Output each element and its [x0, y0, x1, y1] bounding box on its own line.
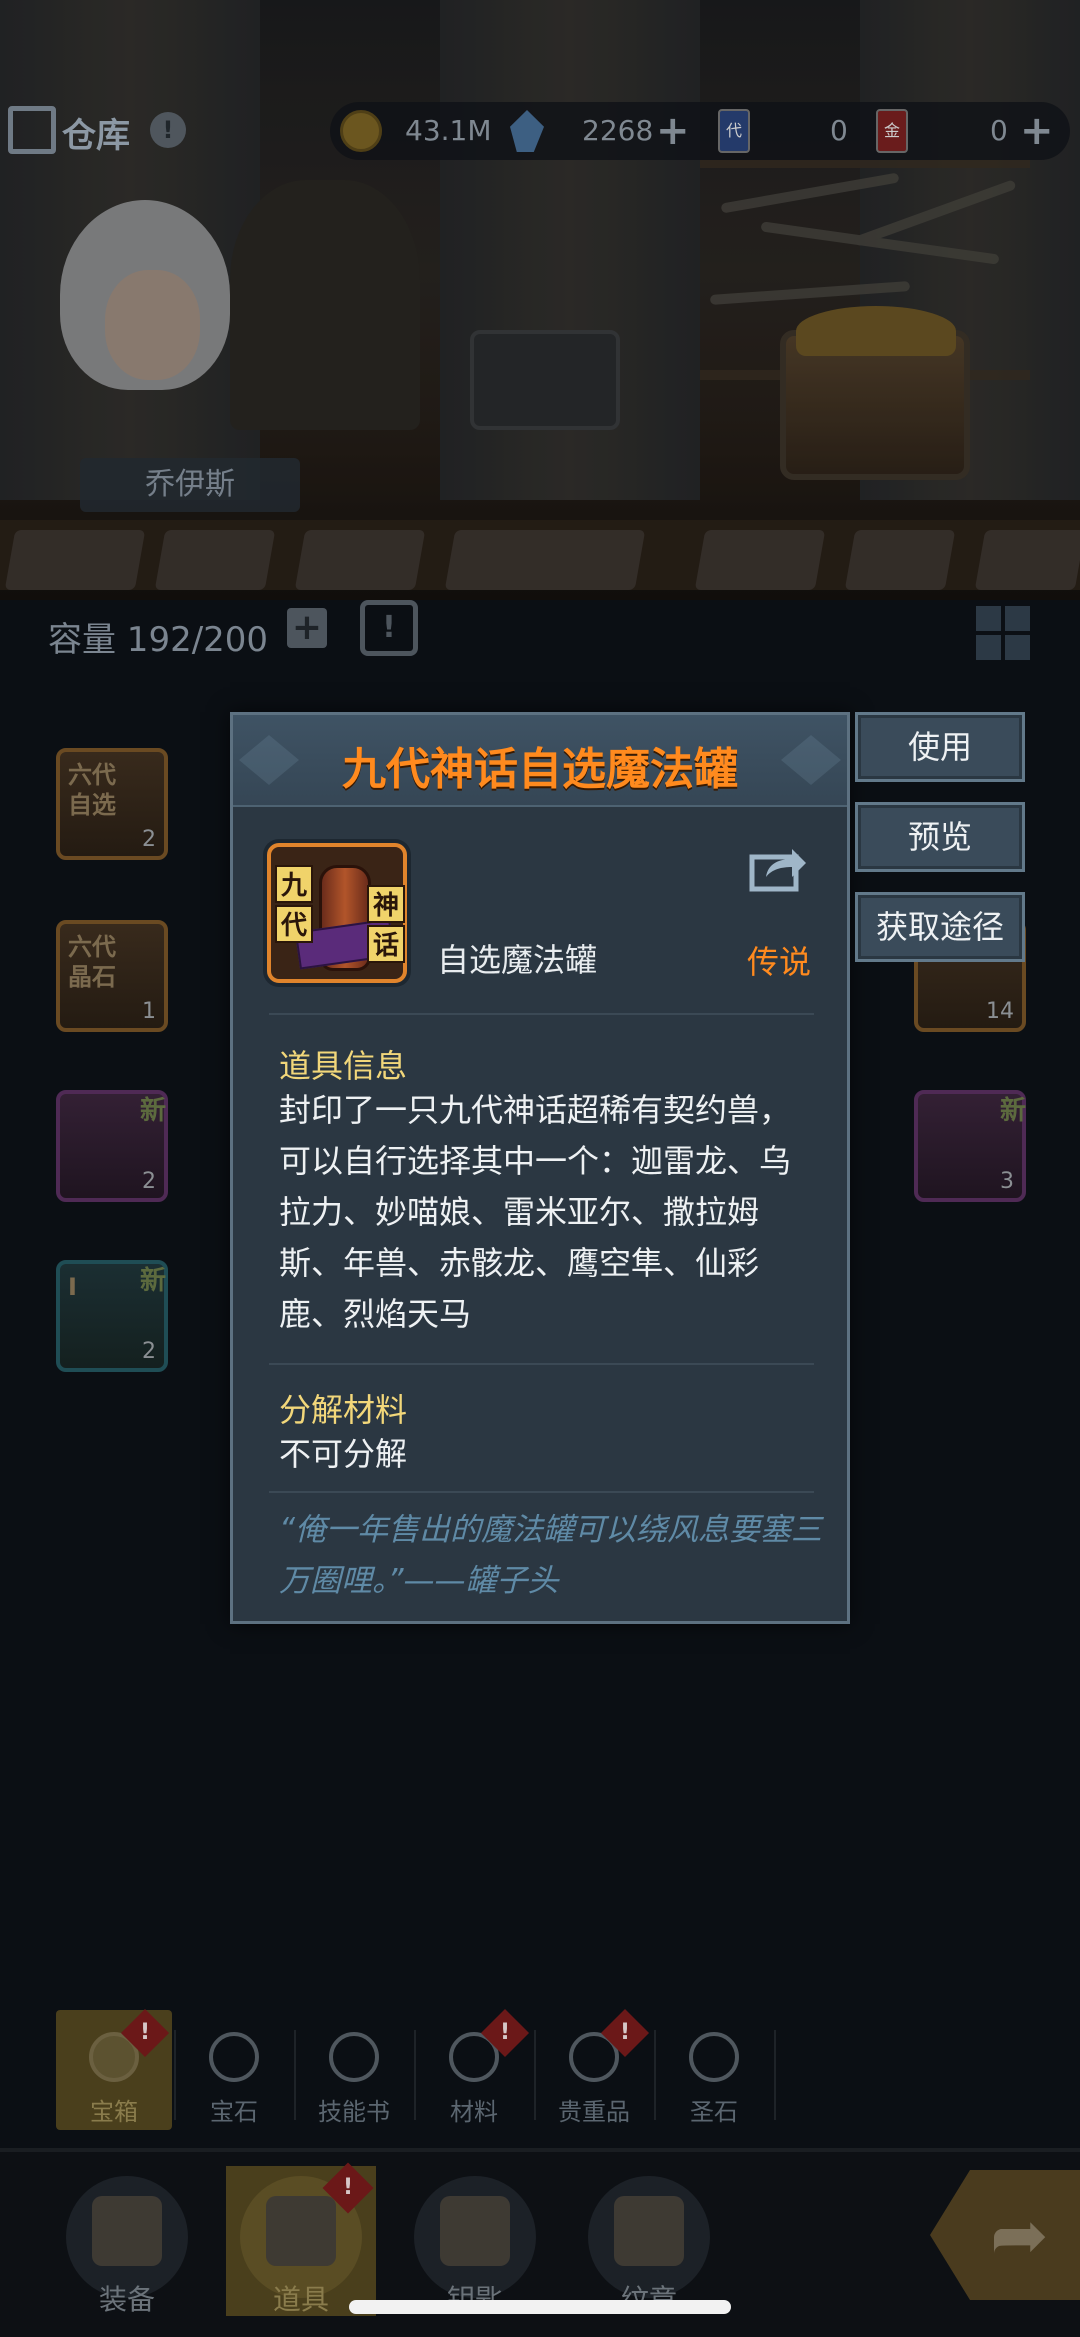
floor — [0, 520, 1080, 590]
add-gems-button[interactable]: + — [656, 102, 690, 160]
add-cards-button[interactable]: + — [1020, 102, 1054, 160]
new-tag: 新 — [140, 1096, 167, 1126]
nav-equipment[interactable]: 装备 — [52, 2166, 202, 2316]
treasure-chest — [780, 306, 970, 480]
warehouse-icon — [8, 106, 56, 154]
character-portrait — [50, 200, 230, 430]
nav-keys[interactable]: 钥匙 — [400, 2166, 550, 2316]
info-section-text: 封印了一只九代神话超稀有契约兽，可以自行选择其中一个：迦雷龙、乌拉力、妙喵娘、雷… — [279, 1091, 792, 1333]
resource-bar: 43.1M 2268 + 代 0 金 0 + — [330, 102, 1070, 160]
chest-icon — [266, 2196, 336, 2266]
nav-items[interactable]: 道具 — [226, 2162, 376, 2316]
modal-header: 九代神话自选魔法罐 — [233, 715, 847, 807]
capacity-label: 容量 192/200 — [48, 620, 269, 660]
weapon-rack — [700, 160, 1030, 380]
flavor-quote: “俺一年售出的魔法罐可以绕风息要塞三万圈哩。”——罐子头 — [279, 1512, 823, 1599]
info-alert-icon[interactable]: ! — [150, 112, 186, 148]
share-icon[interactable] — [748, 843, 808, 893]
item-rarity: 传说 — [746, 943, 811, 981]
tab-chest[interactable]: 宝箱 — [56, 2008, 172, 2130]
bag-alert-button[interactable]: ! — [360, 600, 418, 656]
preview-button[interactable]: 预览 — [855, 802, 1025, 872]
tab-skill-book[interactable]: 技能书 — [296, 2010, 412, 2130]
armor-stand — [230, 180, 420, 430]
small-chest — [470, 330, 620, 430]
alert-badge — [600, 2008, 650, 2058]
inventory-slot[interactable]: 六代自选 2 — [56, 748, 168, 860]
divider — [269, 1491, 814, 1493]
gem-icon — [510, 110, 544, 152]
gem-icon — [209, 2032, 259, 2082]
red-card-icon: 金 — [876, 109, 908, 153]
tab-gem[interactable]: 宝石 — [176, 2010, 292, 2130]
divider — [269, 1363, 814, 1365]
key-icon — [440, 2196, 510, 2266]
item-name: 自选魔法罐 — [437, 941, 598, 979]
holy-stone-icon — [689, 2032, 739, 2082]
tab-valuables[interactable]: 贵重品 — [536, 2008, 652, 2130]
curtain — [0, 0, 260, 500]
nav-emblems[interactable]: 纹章 — [574, 2166, 724, 2316]
magic-jar-icon: 九 代 神 话 — [267, 843, 407, 983]
arrow-right-icon: ➦ — [990, 2194, 1049, 2276]
alert-badge — [480, 2008, 530, 2058]
book-icon — [329, 2032, 379, 2082]
red-card-count: 0 — [990, 114, 1008, 147]
decompose-section-text: 不可分解 — [279, 1435, 408, 1473]
new-tag: 新 — [1000, 1096, 1027, 1126]
warehouse-scene: 乔伊斯 — [0, 0, 1080, 600]
curtain — [860, 0, 1080, 500]
crossed-tools-icon — [92, 2196, 162, 2266]
emblem-icon — [614, 2196, 684, 2266]
gold-coin-icon — [340, 110, 382, 152]
divider — [269, 1013, 814, 1015]
tab-materials[interactable]: 材料 — [416, 2008, 532, 2130]
tab-holy-stone[interactable]: 圣石 — [656, 2010, 772, 2130]
modal-title: 九代神话自选魔法罐 — [342, 744, 738, 795]
blue-card-icon: 代 — [718, 109, 750, 153]
gem-amount: 2268 — [582, 114, 654, 147]
obtain-source-button[interactable]: 获取途径 — [855, 892, 1025, 962]
info-section-title: 道具信息 — [279, 1047, 408, 1085]
decompose-section-title: 分解材料 — [279, 1391, 408, 1429]
top-bar: 仓库 ! 43.1M 2268 + 代 0 金 0 + — [0, 98, 1080, 164]
gold-amount: 43.1M — [405, 114, 492, 147]
new-tag: 新 — [140, 1266, 167, 1296]
inventory-slot[interactable]: 六代晶石 1 — [56, 920, 168, 1032]
home-indicator[interactable] — [349, 2300, 731, 2314]
alert-badge — [322, 2162, 374, 2214]
character-name: 乔伊斯 — [80, 458, 300, 512]
item-detail-modal: 九代神话自选魔法罐 九 代 神 话 自选魔法罐 传说 道具信息 封印了一只九代神… — [230, 712, 850, 1624]
alert-badge — [120, 2008, 170, 2058]
expand-capacity-button[interactable]: + — [287, 608, 327, 648]
page-title: 仓库 — [62, 116, 130, 156]
blue-card-count: 0 — [830, 114, 848, 147]
grid-view-button[interactable] — [976, 606, 1030, 660]
use-button[interactable]: 使用 — [855, 712, 1025, 782]
curtain — [440, 0, 700, 500]
